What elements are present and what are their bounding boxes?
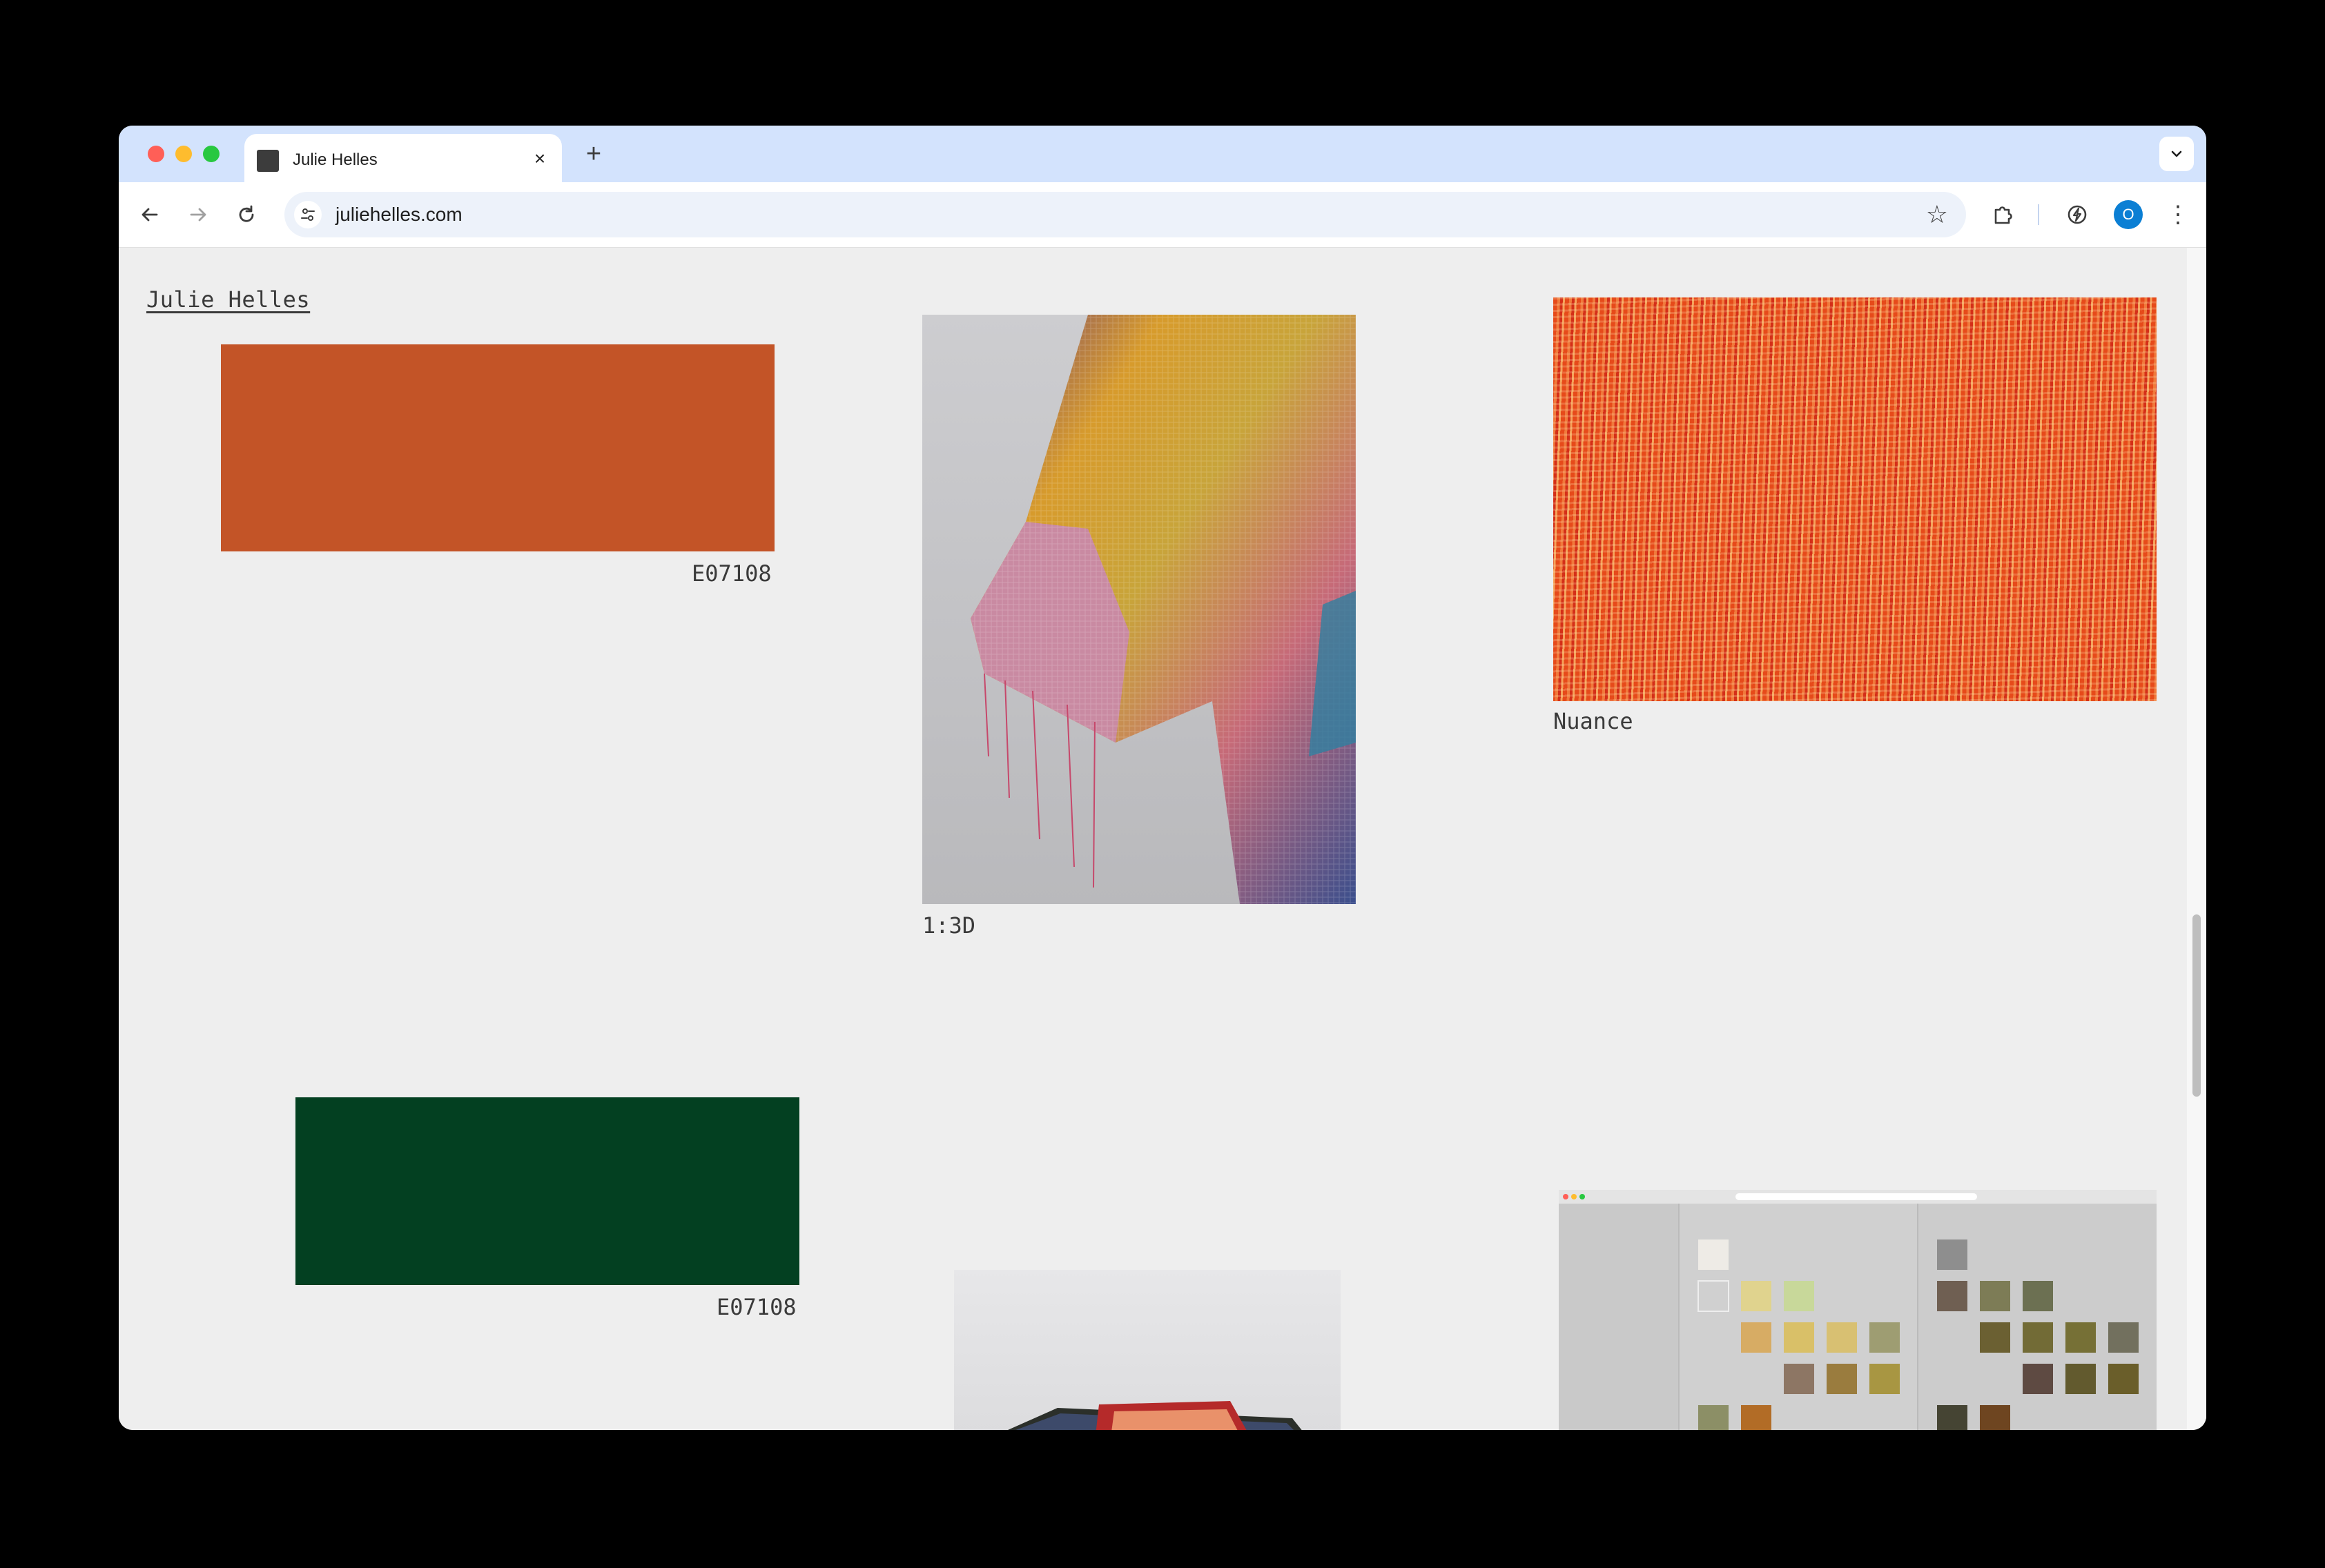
browser-window: Julie Helles × + juliehelles.com ☆ O ⋮ J… xyxy=(119,126,2206,1430)
performance-button[interactable] xyxy=(2060,197,2094,232)
knit-illustration xyxy=(971,315,1356,904)
tab-julie-helles[interactable]: Julie Helles × xyxy=(244,134,562,182)
site-name-link[interactable]: Julie Helles xyxy=(146,286,310,313)
color-swatch-orange[interactable] xyxy=(221,344,775,551)
puzzle-icon xyxy=(1994,206,2012,224)
tab-strip: Julie Helles × + xyxy=(119,126,2206,182)
toolbar-separator xyxy=(2038,204,2039,225)
swatch-caption: E07108 xyxy=(692,560,772,587)
window-minimize-button[interactable] xyxy=(175,146,192,162)
extensions-button[interactable] xyxy=(1985,197,2020,232)
page-viewport: Julie Helles E07108 1:3D Nuance E07108 xyxy=(119,248,2206,1430)
tab-title: Julie Helles xyxy=(293,150,378,169)
tray-illustration xyxy=(1008,1401,1302,1430)
scrollbar-thumb[interactable] xyxy=(2192,914,2201,1097)
archive-illustration xyxy=(1559,1190,2157,1430)
tab-search-button[interactable] xyxy=(2159,137,2194,171)
page-scrollbar[interactable] xyxy=(2187,248,2206,1430)
chevron-down-icon xyxy=(2171,150,2182,157)
reload-icon xyxy=(239,205,254,222)
browser-toolbar: juliehelles.com ☆ O ⋮ xyxy=(119,182,2206,248)
address-bar[interactable]: juliehelles.com ☆ xyxy=(284,192,1966,237)
swatch-caption: E07108 xyxy=(717,1294,797,1320)
tune-icon xyxy=(301,208,315,221)
site-info-icon[interactable] xyxy=(294,201,322,228)
colour-archive-image[interactable] xyxy=(1559,1190,2157,1430)
more-menu-icon[interactable]: ⋮ xyxy=(2161,197,2195,232)
knit-sleeve-image[interactable] xyxy=(922,315,1356,904)
window-maximize-button[interactable] xyxy=(203,146,220,162)
nuance-texture-image[interactable] xyxy=(1553,297,2157,701)
url-text: juliehelles.com xyxy=(335,204,463,225)
knit-caption: 1:3D xyxy=(922,912,976,939)
woven-tray-image[interactable] xyxy=(954,1270,1341,1430)
nuance-caption: Nuance xyxy=(1553,708,1633,734)
back-button[interactable] xyxy=(131,196,168,233)
reload-button[interactable] xyxy=(228,196,265,233)
window-close-button[interactable] xyxy=(148,146,164,162)
bookmark-star-icon[interactable]: ☆ xyxy=(1926,199,1948,230)
arrow-left-icon xyxy=(142,208,158,222)
favicon-icon xyxy=(257,150,279,172)
forward-button[interactable] xyxy=(179,196,217,233)
performance-icon xyxy=(2068,205,2087,224)
profile-avatar[interactable]: O xyxy=(2114,200,2143,229)
new-tab-button[interactable]: + xyxy=(578,139,609,170)
arrow-right-icon xyxy=(190,208,206,222)
color-swatch-green[interactable] xyxy=(295,1097,799,1285)
tab-close-icon[interactable]: × xyxy=(527,146,552,171)
